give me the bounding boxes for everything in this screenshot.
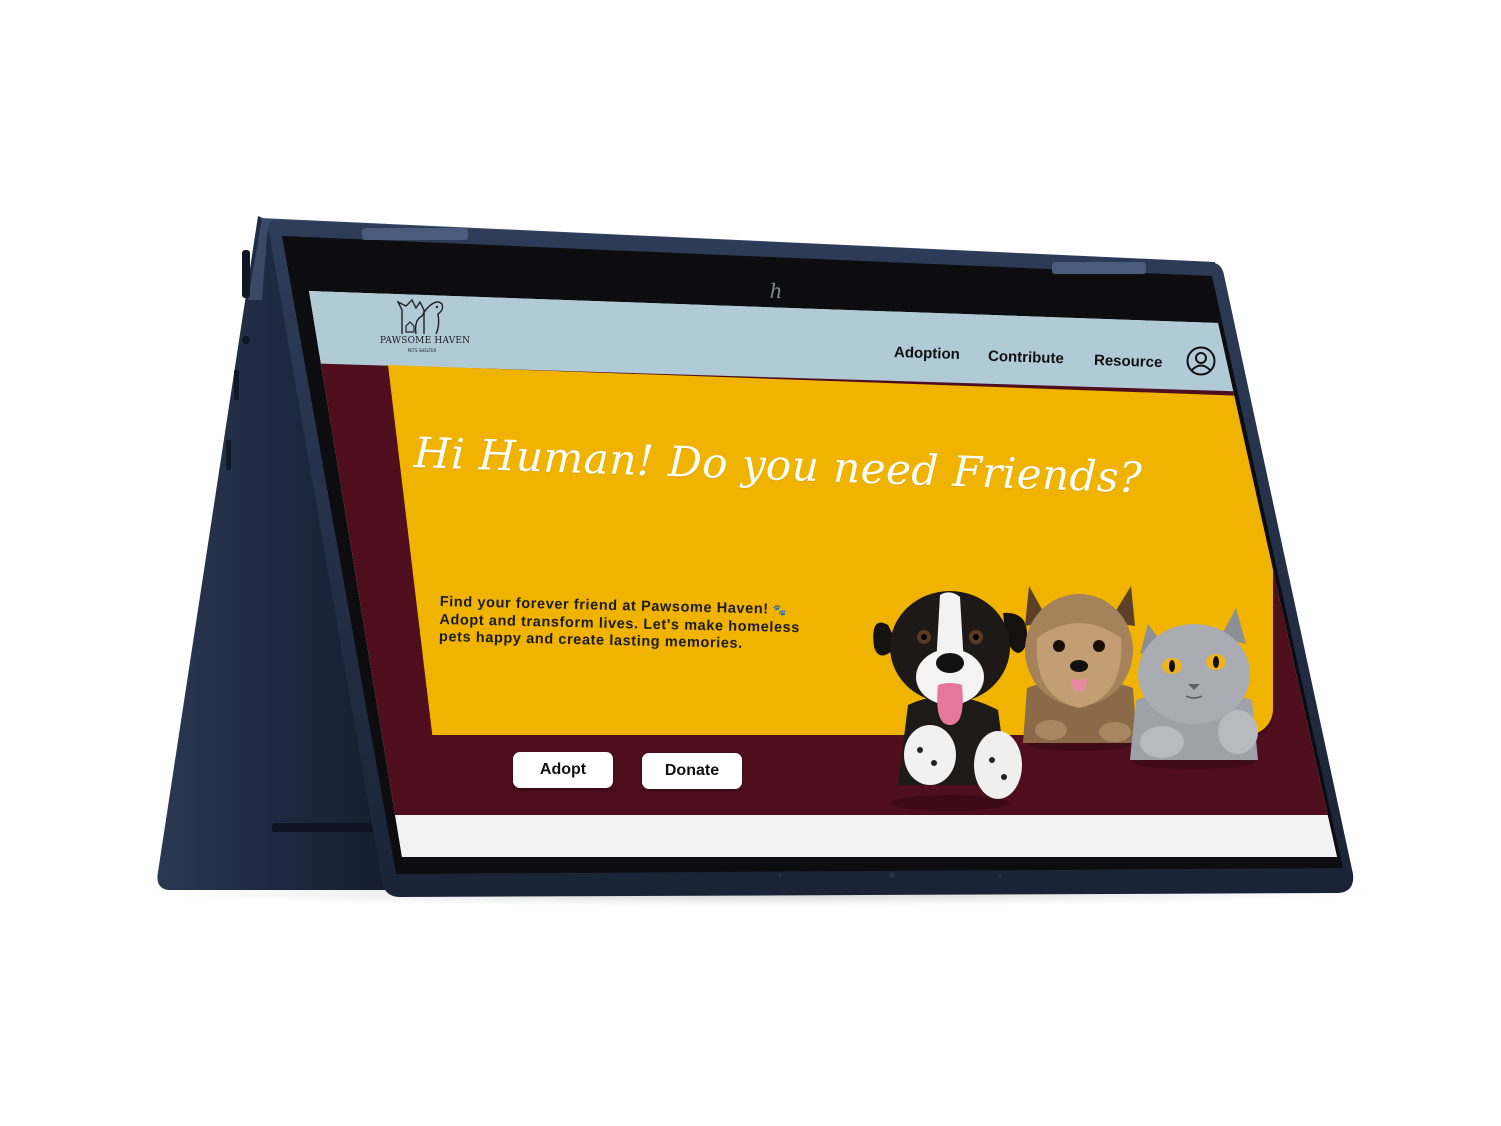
donate-button[interactable]: Donate [642,753,742,789]
brand-tagline: PETS SHELTER [407,348,437,353]
hp-logo-icon: ℎ [769,279,783,303]
paw-prints-icon: 🐾 [772,604,788,617]
nav-contribute[interactable]: Contribute [988,348,1064,368]
nav-resource[interactable]: Resource [1094,352,1163,371]
mockup-stage: ℎ PAWSOME HAVEN PETS SHELTER Adoption Co… [0,0,1501,1126]
adopt-button[interactable]: Adopt [513,752,613,788]
user-circle-icon[interactable] [1186,346,1216,376]
page-footer-strip [309,815,1337,857]
brand-logo[interactable]: PAWSOME HAVEN PETS SHELTER [380,296,471,360]
nav-adoption[interactable]: Adoption [894,344,960,363]
cat-dog-house-logo-icon [396,298,444,335]
grey-british-shorthair-cat [1122,600,1267,770]
black-white-puppy [868,585,1038,815]
brand-name: PAWSOME HAVEN [380,336,471,346]
hero-copy: Find your forever friend at Pawsome Have… [439,594,870,656]
